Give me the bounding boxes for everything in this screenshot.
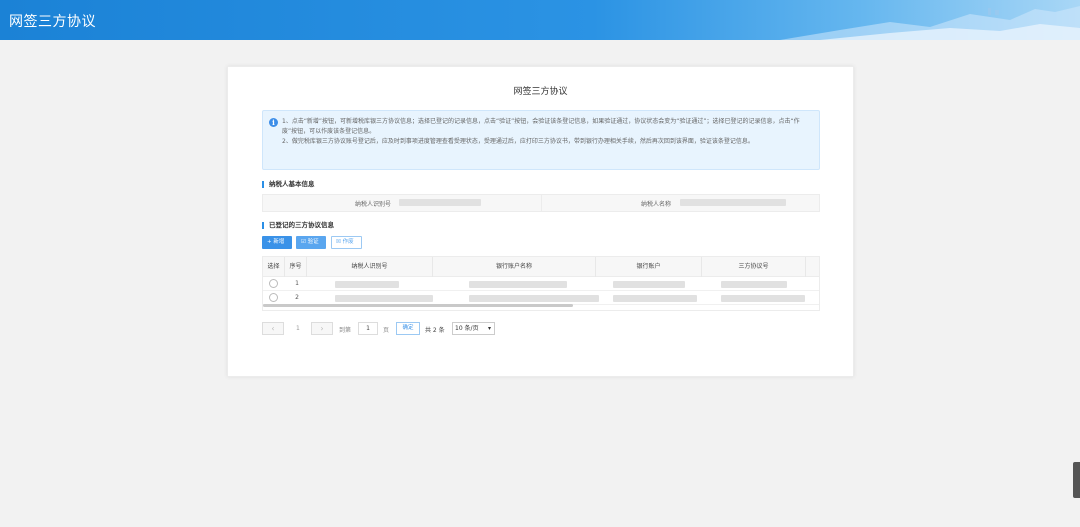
row-select-radio[interactable] xyxy=(269,293,278,302)
current-page[interactable]: 1 xyxy=(296,325,300,332)
row-agreement-no-redacted xyxy=(721,281,787,288)
table-header: 选择 序号 纳税人识别号 银行账户名称 银行账户 三方协议号 xyxy=(263,257,819,277)
total-count: 共 2 条 xyxy=(425,327,445,334)
main-card: 网签三方协议 i 1、点击“新增”按钮，可新增税库银三方协议信息；选择已登记的记… xyxy=(227,66,854,377)
notice-line-2: 2、做完税库银三方协议账号登记后，应及时到事项进度管理查看受理状态，受理通过后，… xyxy=(282,138,754,145)
void-button[interactable]: ☒ 作废 xyxy=(331,236,362,249)
row-select-radio[interactable] xyxy=(269,279,278,288)
row-bank-account-redacted xyxy=(613,295,697,302)
row-bank-account-redacted xyxy=(613,281,685,288)
next-page-button[interactable]: › xyxy=(311,322,333,335)
row-agreement-no-redacted xyxy=(721,295,805,302)
row-taxpayer-id-redacted xyxy=(335,281,399,288)
table-horizontal-scrollbar[interactable] xyxy=(263,304,573,307)
goto-confirm-button[interactable]: 确定 xyxy=(396,322,420,335)
info-icon: i xyxy=(269,118,278,127)
column-header-select: 选择 xyxy=(263,257,285,277)
table-row[interactable]: 2 xyxy=(263,291,819,305)
taxpayer-name-label: 纳税人名称 xyxy=(641,201,672,208)
taxpayer-id-cell: 纳税人识别号 xyxy=(263,195,541,211)
taxpayer-section-title: 纳税人基本信息 xyxy=(262,181,315,188)
taxpayer-name-cell: 纳税人名称 xyxy=(541,195,819,211)
taxpayer-id-value-redacted xyxy=(399,199,481,206)
goto-page-input[interactable]: 1 xyxy=(358,322,378,335)
table-row[interactable]: 1 xyxy=(263,277,819,291)
app-title: 网签三方协议 xyxy=(9,14,96,30)
page-unit-label: 页 xyxy=(383,327,390,334)
prev-page-button[interactable]: ‹ xyxy=(262,322,284,335)
page-size-value: 10 条/页 xyxy=(455,325,479,332)
column-header-agreement-no: 三方协议号 xyxy=(702,257,806,277)
taxpayer-info-row: 纳税人识别号 纳税人名称 xyxy=(262,194,820,212)
agreements-table: 选择 序号 纳税人识别号 银行账户名称 银行账户 三方协议号 1 2 xyxy=(262,256,820,311)
taxpayer-id-label: 纳税人识别号 xyxy=(355,201,392,208)
mountain-banner-graphic xyxy=(780,6,1080,40)
verify-button[interactable]: ☑ 验证 xyxy=(296,236,326,249)
notice-box: i 1、点击“新增”按钮，可新增税库银三方协议信息；选择已登记的记录信息，点击“… xyxy=(262,110,820,170)
chevron-down-icon: ▾ xyxy=(487,325,491,332)
agreements-section-title: 已登记的三方协议信息 xyxy=(262,222,334,229)
goto-label: 到第 xyxy=(339,327,352,334)
row-number: 1 xyxy=(295,280,299,287)
side-floating-tab[interactable] xyxy=(1073,462,1080,498)
top-bar: 网签三方协议 xyxy=(0,0,1080,40)
taxpayer-name-value-redacted xyxy=(680,199,786,206)
row-number: 2 xyxy=(295,294,299,301)
row-taxpayer-id-redacted xyxy=(335,295,433,302)
add-button[interactable]: + 新增 xyxy=(262,236,292,249)
row-bank-name-redacted xyxy=(469,295,599,302)
column-header-bank-account: 银行账户 xyxy=(596,257,702,277)
page-title: 网签三方协议 xyxy=(513,87,568,97)
column-header-taxpayer-id: 纳税人识别号 xyxy=(307,257,433,277)
column-header-bank-account-name: 银行账户名称 xyxy=(433,257,596,277)
page-size-select[interactable]: 10 条/页 ▾ xyxy=(452,322,495,335)
column-header-no: 序号 xyxy=(285,257,307,277)
row-bank-name-redacted xyxy=(469,281,567,288)
notice-line-1: 1、点击“新增”按钮，可新增税库银三方协议信息；选择已登记的记录信息，点击“验证… xyxy=(282,118,800,135)
